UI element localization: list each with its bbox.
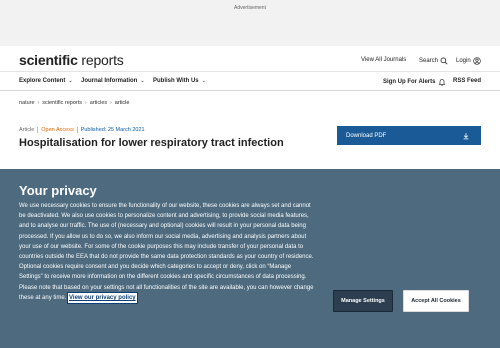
article-type: Article — [19, 127, 35, 133]
explore-content-menu[interactable]: Explore Content ⌄ — [19, 78, 73, 84]
breadcrumb-separator: › — [110, 100, 112, 106]
explore-content-label: Explore Content — [19, 78, 66, 84]
advertisement-banner: Advertisement — [0, 0, 500, 46]
search-button[interactable]: Search — [419, 57, 448, 65]
breadcrumb-item-nature[interactable]: nature — [19, 100, 35, 106]
view-all-journals-link[interactable]: View All Journals — [361, 57, 406, 63]
bell-icon — [439, 79, 446, 86]
sub-navigation: Explore Content ⌄ Journal Information ⌄ … — [0, 72, 500, 91]
chevron-down-icon: ⌄ — [140, 78, 145, 84]
article-title: Hospitalisation for lower respiratory tr… — [19, 137, 284, 149]
logo-bold: scientific — [19, 52, 78, 68]
breadcrumb: nature › scientific reports › articles ›… — [19, 100, 129, 106]
published-date: Published: 25 March 2021 — [80, 127, 145, 133]
login-label: Login — [456, 58, 471, 64]
rss-feed-label: RSS Feed — [453, 78, 482, 84]
search-icon — [440, 57, 448, 65]
privacy-text: We use necessary cookies to ensure the f… — [19, 203, 314, 301]
search-label: Search — [419, 58, 439, 64]
download-icon — [463, 132, 469, 139]
meta-divider — [76, 127, 78, 133]
download-pdf-button[interactable]: Download PDF — [337, 126, 481, 145]
breadcrumb-item-article: article — [114, 100, 130, 106]
article-meta: Article Open Access Published: 25 March … — [19, 127, 145, 133]
cookie-consent-banner: Your privacy We use necessary cookies to… — [0, 169, 500, 348]
privacy-body: We use necessary cookies to ensure the f… — [19, 201, 314, 305]
privacy-title: Your privacy — [19, 183, 97, 198]
chevron-down-icon: ⌄ — [201, 78, 206, 84]
breadcrumb-item-articles[interactable]: articles — [90, 100, 107, 106]
breadcrumb-item-scientific-reports[interactable]: scientific reports — [42, 100, 82, 106]
publish-with-us-label: Publish With Us — [153, 78, 199, 84]
login-button[interactable]: Login — [456, 57, 481, 65]
publish-with-us-menu[interactable]: Publish With Us ⌄ — [153, 78, 206, 84]
user-icon — [473, 57, 481, 65]
manage-settings-button[interactable]: Manage Settings — [333, 290, 393, 312]
view-all-journals-label: View All Journals — [361, 57, 407, 63]
journal-information-label: Journal Information — [81, 78, 138, 84]
sign-up-alerts-button[interactable]: Sign Up For Alerts — [383, 78, 446, 86]
meta-divider — [37, 127, 39, 133]
advertisement-label: Advertisement — [234, 5, 266, 11]
chevron-down-icon: ⌄ — [68, 78, 73, 84]
breadcrumb-separator: › — [85, 100, 87, 106]
rss-feed-link[interactable]: RSS Feed — [453, 78, 481, 84]
privacy-policy-link[interactable]: View our privacy policy — [67, 291, 138, 305]
site-logo[interactable]: scientific reports — [19, 52, 124, 68]
breadcrumb-separator: › — [37, 100, 40, 106]
accept-all-cookies-button[interactable]: Accept All Cookies — [403, 290, 469, 312]
open-access-badge: Open Access — [41, 127, 74, 133]
logo-light: reports — [77, 52, 124, 68]
journal-information-menu[interactable]: Journal Information ⌄ — [81, 78, 145, 84]
download-pdf-label: Download PDF — [346, 132, 387, 139]
page: Advertisement scientific reports View Al… — [0, 0, 500, 348]
sign-up-alerts-label: Sign Up For Alerts — [383, 79, 436, 85]
site-header: scientific reports View All Journals Sea… — [0, 46, 500, 72]
